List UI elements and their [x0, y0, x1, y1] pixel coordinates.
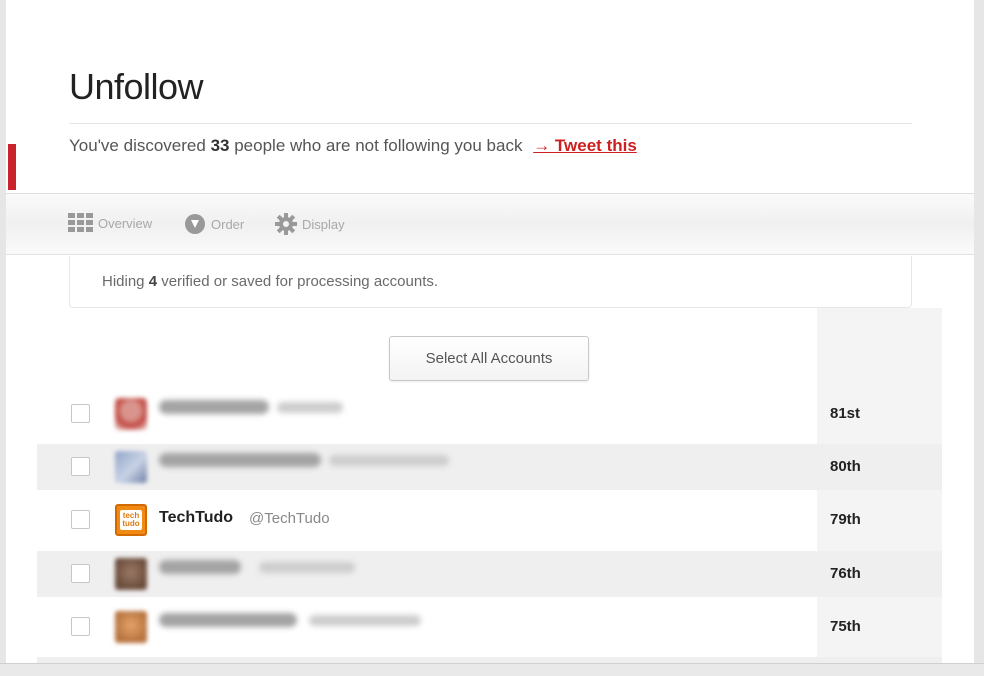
account-row: 81st — [37, 391, 942, 437]
blurred-handle — [277, 402, 343, 413]
blurred-avatar — [115, 558, 147, 590]
account-handle: @TechTudo — [249, 510, 330, 527]
tweet-this-link[interactable]: → Tweet this — [533, 136, 637, 155]
blurred-name — [159, 453, 321, 467]
account-row: 80th — [37, 444, 942, 490]
blurred-avatar — [115, 398, 147, 430]
toolbar-order-label: Order — [211, 216, 245, 232]
discover-count: 33 — [210, 136, 230, 155]
toolbar-order[interactable]: Order — [184, 213, 244, 235]
follow-rank: 75th — [830, 618, 861, 635]
blurred-name — [159, 400, 269, 414]
toolbar-overview[interactable]: Overview — [68, 213, 152, 233]
page-title: Unfollow — [69, 66, 204, 107]
blurred-name — [159, 560, 241, 574]
discover-suffix: people who are not following you back — [234, 136, 523, 155]
row-checkbox[interactable] — [71, 510, 90, 529]
toolbar-overview-label: Overview — [98, 215, 153, 231]
account-row: 76th — [37, 551, 942, 597]
gear-icon — [275, 213, 297, 235]
account-row: tech tudo TechTudo @TechTudo 79th — [37, 497, 942, 543]
row-checkbox[interactable] — [71, 404, 90, 423]
techtudo-avatar: tech tudo — [115, 504, 147, 536]
title-divider — [69, 123, 912, 124]
toolbar-display-label: Display — [302, 216, 345, 232]
follow-rank: 76th — [830, 565, 861, 582]
row-checkbox[interactable] — [71, 617, 90, 636]
accent-marker — [8, 144, 16, 190]
blurred-name — [159, 613, 297, 627]
account-row: 75th — [37, 604, 942, 650]
notice-suffix: verified or saved for processing account… — [161, 273, 439, 290]
blurred-handle — [329, 455, 449, 466]
blurred-handle — [259, 562, 355, 573]
toolbar-display[interactable]: Display — [275, 213, 345, 235]
follow-rank: 79th — [830, 511, 861, 528]
toolbar: Overview Order Display — [6, 193, 974, 255]
hidden-accounts-notice: Hiding 4 verified or saved for processin… — [69, 256, 912, 308]
account-name[interactable]: TechTudo — [159, 509, 233, 527]
blurred-avatar — [115, 611, 147, 643]
main-panel: Unfollow You've discovered 33 people who… — [6, 0, 974, 663]
blurred-avatar — [115, 451, 147, 483]
follow-rank: 80th — [830, 458, 861, 475]
discover-summary: You've discovered 33 people who are not … — [69, 136, 637, 156]
follow-rank: 81st — [830, 405, 861, 422]
row-checkbox[interactable] — [71, 564, 90, 583]
select-all-button[interactable]: Select All Accounts — [389, 336, 589, 381]
bottom-border — [0, 663, 984, 676]
notice-count: 4 — [148, 273, 158, 290]
grid-icon — [68, 213, 93, 232]
notice-prefix: Hiding — [102, 273, 145, 290]
arrow-down-circle-icon — [185, 214, 205, 234]
row-checkbox[interactable] — [71, 457, 90, 476]
avatar-logo-text: tech tudo — [120, 510, 142, 530]
discover-prefix: You've discovered — [69, 136, 206, 155]
blurred-handle — [309, 615, 421, 626]
